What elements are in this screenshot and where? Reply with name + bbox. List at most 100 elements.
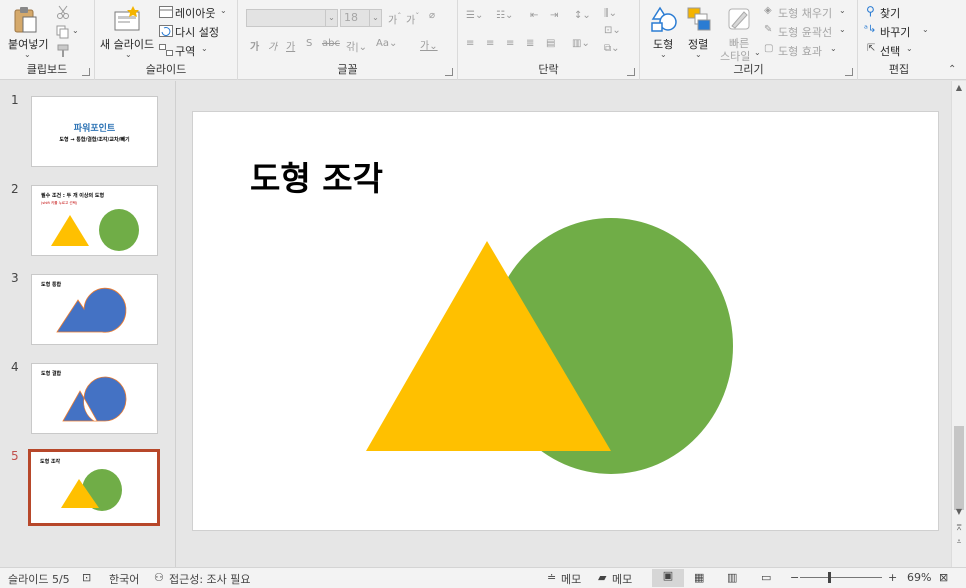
vertical-scrollbar[interactable]: ▲ ▼ ⩞ ⩡ — [951, 81, 966, 567]
text-direction-icon[interactable]: ⫼⌄ — [604, 8, 617, 19]
font-launcher-icon[interactable] — [445, 68, 453, 76]
zoom-slider[interactable] — [800, 572, 882, 583]
spellcheck-icon[interactable]: ⊡ — [82, 571, 91, 584]
paste-icon[interactable] — [12, 6, 38, 37]
shape-outline-button[interactable]: 도형 윤곽선 — [778, 24, 832, 40]
previous-slide-icon[interactable]: ⩞ — [952, 521, 966, 535]
select-button[interactable]: 선택 — [880, 43, 900, 59]
replace-button[interactable]: 바꾸기 — [880, 24, 910, 40]
align-left-icon[interactable]: ≡ — [466, 38, 474, 49]
shapes-icon[interactable] — [650, 5, 678, 36]
smartart-icon[interactable]: ⧉⌄ — [604, 43, 620, 54]
new-slide-icon[interactable] — [113, 5, 141, 36]
comments-icon[interactable]: ▰ — [598, 571, 606, 584]
paste-dropdown-icon[interactable]: ⌄ — [24, 50, 31, 59]
decrease-font-icon[interactable]: 가ˇ — [406, 11, 419, 26]
section-button[interactable]: 구역 — [175, 43, 195, 59]
find-button[interactable]: 찾기 — [880, 5, 900, 21]
strikethrough-icon[interactable]: abc — [322, 38, 340, 49]
align-text-icon[interactable]: ⊡⌄ — [604, 25, 621, 36]
shape-fill-dropdown-icon[interactable]: ⌄ — [839, 6, 846, 15]
drawing-launcher-icon[interactable] — [845, 68, 853, 76]
shape-effects-dropdown-icon[interactable]: ⌄ — [830, 44, 837, 53]
zoom-out-icon[interactable]: − — [790, 571, 799, 584]
format-painter-icon[interactable] — [56, 44, 70, 61]
zoom-slider-thumb[interactable] — [828, 572, 831, 583]
paragraph-launcher-icon[interactable] — [627, 68, 635, 76]
numbering-icon[interactable]: ☷⌄ — [496, 10, 513, 21]
shape-effects-button[interactable]: 도형 효과 — [778, 43, 822, 59]
language-indicator[interactable]: 한국어 — [109, 571, 139, 587]
copy-dropdown-icon[interactable]: ⌄ — [72, 26, 79, 35]
section-dropdown-icon[interactable]: ⌄ — [201, 44, 208, 53]
section-icon[interactable] — [159, 44, 173, 59]
collapse-ribbon-icon[interactable]: ⌃ — [948, 64, 956, 75]
shapes-dropdown-icon[interactable]: ⌄ — [660, 50, 667, 59]
change-case-icon[interactable]: Aa⌄ — [376, 38, 397, 49]
comments-button[interactable]: 메모 — [612, 571, 632, 587]
select-dropdown-icon[interactable]: ⌄ — [906, 44, 913, 53]
replace-icon[interactable]: ᵃ↳ — [864, 24, 876, 35]
reset-icon[interactable] — [159, 25, 173, 40]
arrange-dropdown-icon[interactable]: ⌄ — [695, 50, 702, 59]
bullets-icon[interactable]: ☰⌄ — [466, 10, 483, 21]
increase-indent-icon[interactable]: ⇥ — [550, 10, 558, 21]
notes-button[interactable]: 메모 — [561, 571, 581, 587]
arrange-icon[interactable] — [686, 6, 712, 35]
reset-button[interactable]: 다시 설정 — [175, 24, 219, 40]
shape-fill-button[interactable]: 도형 채우기 — [778, 5, 832, 21]
italic-icon[interactable]: 가 — [268, 38, 277, 53]
clipboard-launcher-icon[interactable] — [82, 68, 90, 76]
shadow-icon[interactable]: S — [306, 38, 312, 49]
font-size-combo[interactable]: 18 ⌄ — [340, 9, 382, 27]
increase-font-icon[interactable]: 가ˆ — [388, 11, 401, 26]
align-center-icon[interactable]: ≡ — [486, 38, 494, 49]
slide-thumbnail-4[interactable]: 도형 결합 — [31, 363, 158, 434]
cut-icon[interactable] — [56, 5, 70, 22]
zoom-level[interactable]: 69% — [907, 571, 931, 584]
justify-icon[interactable]: ≣ — [526, 38, 534, 49]
font-color-icon[interactable]: 가⌄ — [420, 37, 438, 52]
font-name-combo[interactable]: ⌄ — [246, 9, 338, 27]
shape-outline-icon[interactable]: ✎ — [764, 24, 772, 35]
slide-thumbnail-2[interactable]: 필수 조건 : 두 개 이상의 도형 (shift 키를 누르고 선택) — [31, 185, 158, 256]
quick-styles-dropdown-icon[interactable]: ⌄ — [754, 48, 761, 57]
accessibility-icon[interactable]: ⚇ — [154, 571, 164, 584]
bold-icon[interactable]: 가 — [250, 38, 259, 53]
columns-icon[interactable]: ▥⌄ — [572, 38, 590, 49]
slide-sorter-icon[interactable]: ▦ — [694, 571, 704, 584]
slide-thumbnail-3[interactable]: 도형 통합 — [31, 274, 158, 345]
scroll-down-icon[interactable]: ▼ — [952, 505, 966, 519]
underline-icon[interactable]: 가 — [286, 38, 295, 53]
normal-view-icon[interactable]: ▣ — [652, 569, 684, 587]
align-right-icon[interactable]: ≡ — [506, 38, 514, 49]
layout-dropdown-icon[interactable]: ⌄ — [220, 6, 227, 15]
slide-canvas[interactable]: 도형 조각 — [192, 111, 939, 531]
font-size-dropdown-icon[interactable]: ⌄ — [369, 10, 381, 26]
fit-to-window-icon[interactable]: ⊠ — [939, 571, 948, 584]
decrease-indent-icon[interactable]: ⇤ — [530, 10, 538, 21]
accessibility-status[interactable]: 접근성: 조사 필요 — [169, 571, 251, 587]
slideshow-icon[interactable]: ▭ — [761, 571, 771, 584]
distributed-icon[interactable]: ▤ — [546, 38, 555, 49]
scroll-thumb[interactable] — [954, 426, 964, 510]
find-icon[interactable]: ⚲ — [866, 4, 875, 18]
slide-thumbnail-5[interactable]: 도형 조각 — [28, 449, 160, 526]
quick-styles-icon[interactable] — [726, 6, 752, 35]
shape-outline-dropdown-icon[interactable]: ⌄ — [839, 25, 846, 34]
font-name-dropdown-icon[interactable]: ⌄ — [325, 10, 337, 26]
new-slide-dropdown-icon[interactable]: ⌄ — [125, 50, 132, 59]
shape-fill-icon[interactable]: ◈ — [764, 5, 772, 16]
clear-format-icon[interactable]: ⌀ — [429, 10, 435, 21]
layout-button[interactable]: 레이아웃 — [175, 5, 215, 21]
shape-effects-icon[interactable]: ▢ — [764, 43, 773, 54]
reading-view-icon[interactable]: ▥ — [727, 571, 737, 584]
replace-dropdown-icon[interactable]: ⌄ — [922, 25, 929, 34]
next-slide-icon[interactable]: ⩡ — [952, 535, 966, 549]
notes-icon[interactable]: ≐ — [547, 571, 556, 584]
line-spacing-icon[interactable]: ↕⌄ — [574, 10, 591, 21]
char-spacing-icon[interactable]: 갂|⌄ — [346, 38, 367, 53]
slide-thumbnail-1[interactable]: 파워포인트 도형 → 통합/결합/조각/교차/빼기 — [31, 96, 158, 167]
select-icon[interactable]: ⇱ — [867, 43, 875, 54]
scroll-up-icon[interactable]: ▲ — [952, 81, 966, 95]
